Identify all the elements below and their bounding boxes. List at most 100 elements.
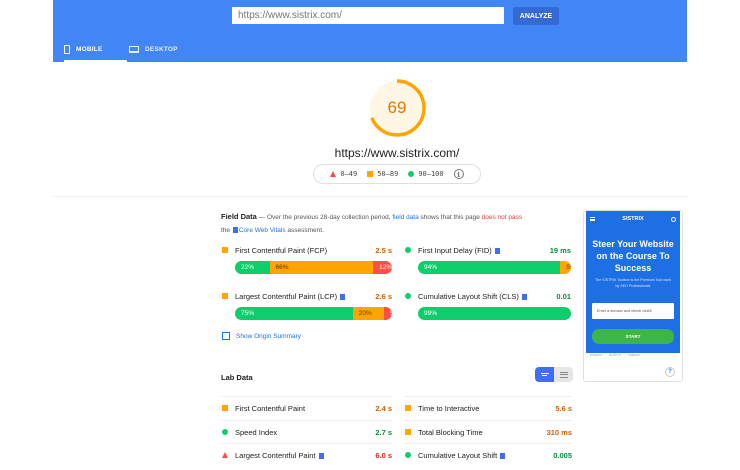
metric-name: Largest Contentful Paint (235, 451, 375, 460)
analyze-button[interactable]: ANALYZE (513, 7, 559, 25)
core-web-vitals-link[interactable]: Core Web Vitals (239, 227, 286, 234)
lab-metric-tbt: Total Blocking Time 310 ms (405, 426, 572, 438)
row-divider (221, 420, 392, 421)
bar-segment-good: 22% (235, 261, 270, 274)
tab-mobile-label: MOBILE (76, 45, 103, 53)
metric-value: 0.005 (553, 450, 572, 460)
metric-name: Cumulative Layout Shift (CLS) (418, 292, 556, 301)
metric-name: First Input Delay (FID) (418, 246, 550, 255)
section-divider (53, 196, 687, 197)
square-icon (222, 293, 228, 299)
metric-value: 6.0 s (375, 450, 392, 460)
lab-data-title: Lab Data (221, 373, 253, 382)
square-icon (222, 247, 228, 253)
metric-value: 19 ms (549, 245, 571, 255)
row-divider (404, 443, 572, 444)
origin-label: Show Origin Summary (236, 332, 302, 340)
info-icon[interactable]: i (453, 169, 464, 179)
field-metric-fcp: First Contentful Paint (FCP) 2.5 s (222, 244, 392, 256)
tab-desktop[interactable]: DESKTOP (129, 36, 178, 62)
field-metric-cls: Cumulative Layout Shift (CLS) 0.01 (405, 290, 571, 302)
active-tab-indicator (64, 60, 127, 62)
show-origin-summary[interactable]: Show Origin Summary (222, 332, 301, 340)
top-header: ANALYZE MOBILE DESKTOP (53, 0, 687, 62)
square-icon (367, 171, 374, 177)
field-data-description: Field Data — Over the previous 28-day co… (221, 210, 561, 237)
metric-name: Time to Interactive (418, 403, 480, 413)
menu-icon (590, 217, 595, 221)
brand-logo: zalando (628, 353, 641, 357)
tab-desktop-label: DESKTOP (145, 45, 178, 53)
field-metric-fid: First Input Delay (FID) 19 ms (405, 244, 571, 256)
pagespeed-page: ANALYZE MOBILE DESKTOP 69 https://www.si… (0, 0, 740, 470)
circle-icon (408, 171, 415, 177)
bar-segment-poor: 12% (373, 261, 392, 274)
row-divider (221, 396, 392, 397)
field-data-link[interactable]: field data (392, 214, 418, 221)
compact-view-button[interactable] (535, 367, 554, 382)
flag-icon (494, 247, 500, 254)
desc-text-2: shows that this page (420, 214, 480, 221)
help-icon: ? (665, 367, 675, 377)
metric-name: Cumulative Layout Shift (418, 451, 553, 460)
field-data-title: Field Data (221, 212, 257, 221)
expanded-view-button[interactable] (554, 367, 573, 382)
lab-metric-cls: Cumulative Layout Shift 0.005 (405, 449, 572, 461)
triangle-icon (222, 452, 228, 458)
screenshot-hero: SISTRIX Steer Your Website on the Course… (586, 211, 680, 353)
square-icon (405, 429, 411, 435)
score-value: 69 (387, 98, 407, 117)
lab-view-toggle[interactable] (535, 367, 573, 382)
screenshot-start-button: START (592, 329, 674, 344)
screenshot-domain-input: Enter a domain and check visibil (592, 303, 674, 319)
flag-icon (318, 452, 324, 459)
flag-icon (500, 452, 506, 459)
screenshot-nav: SISTRIX (586, 214, 680, 224)
bar-segment-average: 66% (269, 261, 374, 274)
metric-name: First Contentful Paint (FCP) (235, 245, 328, 255)
cls-distribution-bar: 99% (418, 307, 571, 320)
performance-score-gauge: 69 (367, 78, 427, 138)
legend-poor: 0–49 (330, 170, 357, 178)
checkbox[interactable] (222, 332, 230, 340)
desc-text-1: — Over the previous 28-day collection pe… (258, 214, 391, 221)
bar-segment-poor: 5% (384, 307, 392, 320)
fail-text: does not pass (481, 214, 523, 221)
lab-metric-fcp: First Contentful Paint 2.4 s (222, 402, 392, 414)
legend-good: 90–100 (408, 170, 444, 178)
metric-value: 5.6 s (555, 403, 572, 413)
metric-value: 2.4 s (375, 403, 392, 413)
score-legend: 0–49 50–89 90–100 i (313, 164, 481, 184)
metric-name: Speed Index (235, 427, 278, 437)
square-icon (222, 405, 228, 411)
flag-icon (521, 293, 527, 300)
lab-metric-tti: Time to Interactive 5.6 s (405, 402, 572, 414)
fcp-distribution-bar: 22% 66% 12% (235, 261, 392, 274)
row-divider (404, 396, 572, 397)
page-screenshot-thumbnail: SISTRIX Steer Your Website on the Course… (583, 210, 683, 382)
flag-icon (232, 227, 238, 233)
search-icon (671, 216, 676, 222)
lab-metric-si: Speed Index 2.7 s (222, 426, 392, 438)
desc-text-4: assessment. (287, 227, 324, 234)
triangle-icon (330, 171, 337, 177)
desc-text-3: the (221, 227, 231, 234)
legend-average: 50–89 (367, 170, 398, 178)
metric-value: 310 ms (546, 427, 572, 437)
lcp-distribution-bar: 75% 20% 5% (235, 307, 392, 320)
metric-name: Total Blocking Time (418, 427, 483, 437)
tab-mobile[interactable]: MOBILE (64, 36, 127, 62)
circle-icon (405, 293, 411, 299)
metric-name: Largest Contentful Paint (LCP) (235, 292, 375, 301)
metric-value: 2.6 s (375, 291, 392, 301)
row-divider (221, 443, 392, 444)
metric-value: 2.5 s (375, 245, 392, 255)
circle-icon (405, 452, 411, 458)
phone-icon (64, 44, 70, 54)
bar-segment-good: 99% (418, 307, 571, 320)
url-input[interactable] (232, 7, 504, 24)
metric-name: First Contentful Paint (235, 403, 306, 413)
bar-segment-average: 5% (560, 261, 571, 274)
square-icon (405, 405, 411, 411)
screenshot-headline: Steer Your Website on the Course To Succ… (592, 239, 674, 273)
